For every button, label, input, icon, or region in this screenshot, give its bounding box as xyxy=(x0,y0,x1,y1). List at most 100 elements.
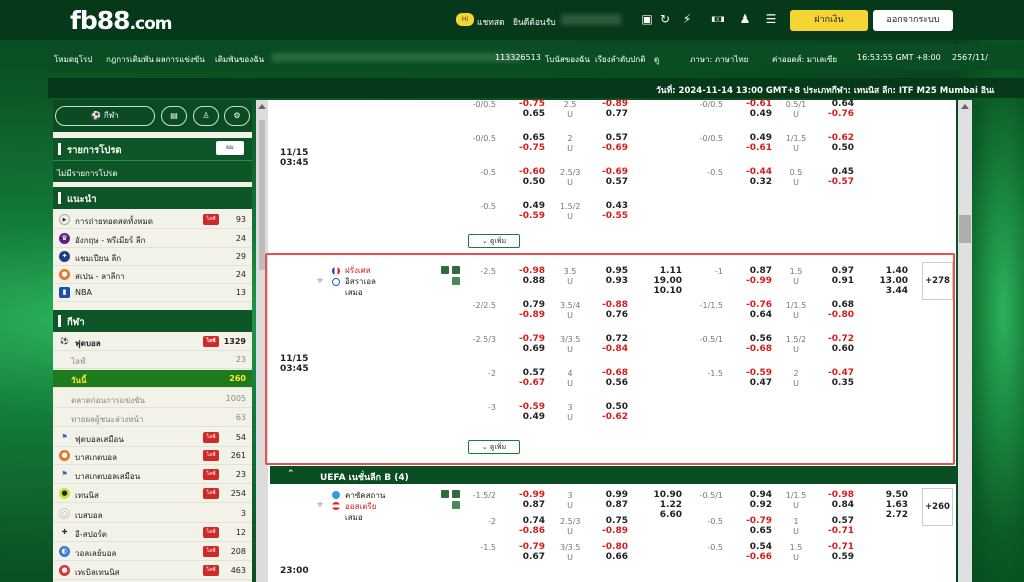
odds-cell-h[interactable]: 0.50 xyxy=(820,143,854,154)
scroll-left-up-arrow[interactable] xyxy=(258,104,266,109)
odds-cell-h[interactable]: -0.71 xyxy=(820,526,854,537)
odds-cell-h[interactable]: -0.76 xyxy=(820,109,854,120)
logout-button[interactable]: ออกจากระบบ xyxy=(873,10,953,31)
odds-cell-b[interactable]: 0.88 xyxy=(510,276,545,287)
odds-cell-d[interactable]: -0.69 xyxy=(593,143,628,154)
odds-cell-h[interactable]: -0.80 xyxy=(820,310,854,321)
more-button-match1[interactable]: ⌄ ดูเพิ่ม xyxy=(468,440,520,454)
odds-cell-d[interactable]: 0.57 xyxy=(593,177,628,188)
odds-cell-f[interactable]: 0.92 xyxy=(737,500,772,511)
odds-cell-f[interactable]: 0.49 xyxy=(737,109,772,120)
stats-icon[interactable] xyxy=(441,266,449,274)
odds-cell-d[interactable]: 0.56 xyxy=(593,378,628,389)
match2-home[interactable]: คาซัคสถาน xyxy=(345,490,385,501)
recommend-item-epl[interactable]: ♛ อังกฤษ - พรีเมียร์ ลีก 24 xyxy=(53,230,252,248)
user-icon[interactable]: ♟ xyxy=(738,12,752,26)
odds-cell-b[interactable]: -0.75 xyxy=(510,143,545,154)
live-stream-icon[interactable] xyxy=(452,277,460,285)
match1-away[interactable]: อิสราเอล xyxy=(345,276,376,287)
match1-hx12-draw[interactable]: 3.44 xyxy=(874,286,908,297)
collapse-icon[interactable]: ⌃ xyxy=(287,469,295,479)
logo[interactable]: fb88.com xyxy=(70,6,172,35)
chat-link[interactable]: แชทสด xyxy=(477,15,505,29)
odds-cell-b[interactable]: -0.89 xyxy=(510,310,545,321)
odds-cell-d[interactable]: 0.77 xyxy=(593,109,628,120)
recommend-item-laliga[interactable]: ● สเปน - ลาลีกา 24 xyxy=(53,266,252,284)
match1-x12-draw[interactable]: 10.10 xyxy=(648,286,682,297)
chat-icon[interactable]: Hi xyxy=(456,13,474,26)
wallet-icon[interactable]: ▣ xyxy=(640,12,654,26)
flash-icon[interactable]: ⚡ xyxy=(680,12,694,26)
sport-football[interactable]: ⚽ ฟุตบอล ไลฟ์ 1329 xyxy=(53,333,252,351)
deposit-button[interactable]: ฝากเงิน xyxy=(790,10,868,31)
odds-cell-f[interactable]: 0.32 xyxy=(737,177,772,188)
favorite-star-icon[interactable]: ★ xyxy=(316,276,324,286)
odds-cell-f[interactable]: 0.47 xyxy=(737,378,772,389)
match2-hx12-draw[interactable]: 2.72 xyxy=(874,510,908,521)
odds-cell-b[interactable]: -0.67 xyxy=(510,378,545,389)
odds-format-select[interactable]: ค่าออดส์: มาเลเซีย xyxy=(772,53,837,66)
odds-cell-b[interactable]: 0.49 xyxy=(510,412,545,423)
sort-select[interactable]: เรียงลำดับปกติ xyxy=(595,53,645,66)
odds-cell-d[interactable]: 0.93 xyxy=(593,276,628,287)
settings-icon[interactable]: ⚙ xyxy=(224,106,250,126)
nav-link-my-bets[interactable]: เดิมพันของฉัน xyxy=(215,53,264,66)
odds-cell-f[interactable]: 0.65 xyxy=(737,526,772,537)
live-stream-icon[interactable] xyxy=(452,501,460,509)
football-sub-live[interactable]: ไลฟ์ 23 xyxy=(53,351,252,369)
sport-virtual-basketball[interactable]: ⚑ บาสเกตบอลเสมือน ไลฟ์ 23 xyxy=(53,466,252,484)
match2-away[interactable]: ออสเตรีย xyxy=(345,501,376,512)
odds-cell-b[interactable]: 0.50 xyxy=(510,177,545,188)
odds-cell-b[interactable]: -0.86 xyxy=(510,526,545,537)
right-scrollbar[interactable] xyxy=(958,100,972,582)
sport-virtual-football[interactable]: ⚑ ฟุตบอลเสมือน ไลฟ์ 54 xyxy=(53,429,252,447)
odds-cell-b[interactable]: 0.67 xyxy=(510,552,545,563)
scroll-up-arrow[interactable] xyxy=(961,104,969,109)
odds-cell-d[interactable]: -0.55 xyxy=(593,211,628,222)
recommend-item-live-streams[interactable]: ▶ การถ่ายทอดสดทั้งหมด ไลฟ์ 93 xyxy=(53,211,252,229)
league-header[interactable]: ⌃ UEFA เนชั่นลีก B (4) xyxy=(270,466,956,484)
odds-cell-h[interactable]: 0.84 xyxy=(820,500,854,511)
nav-link-results[interactable]: ผลการแข่งขัน xyxy=(156,53,205,66)
football-sub-today[interactable]: วันนี้ 260 xyxy=(53,370,252,388)
sport-table-tennis[interactable]: ● เทเบิลเทนนิส ไลฟ์ 463 xyxy=(53,562,252,580)
match1-home[interactable]: ฝรั่งเศส xyxy=(345,265,371,276)
sports-pill-button[interactable]: ⚽ กีฬา xyxy=(55,106,155,126)
football-sub-outright[interactable]: ทายผลผู้ชนะล่วงหน้า 63 xyxy=(53,409,252,427)
match1-more-markets-button[interactable]: +278 xyxy=(922,262,953,300)
odds-cell-h[interactable]: -0.57 xyxy=(820,177,854,188)
sport-basketball[interactable]: ● บาสเกตบอล ไลฟ์ 261 xyxy=(53,447,252,465)
odds-cell-h[interactable]: 0.60 xyxy=(820,344,854,355)
odds-cell-d[interactable]: 0.76 xyxy=(593,310,628,321)
odds-cell-d[interactable]: -0.89 xyxy=(593,526,628,537)
nav-link-rules[interactable]: กฎการเดิมพัน xyxy=(106,53,154,66)
sport-tennis[interactable]: ● เทนนิส ไลฟ์ 254 xyxy=(53,485,252,503)
odds-cell-f[interactable]: -0.66 xyxy=(737,552,772,563)
stats-icon[interactable] xyxy=(441,490,449,498)
favorite-star-icon[interactable]: ★ xyxy=(316,500,324,510)
odds-cell-b[interactable]: 0.87 xyxy=(510,500,545,511)
odds-cell-h[interactable]: 0.91 xyxy=(820,276,854,287)
more-button[interactable]: ⌄ ดูเพิ่ม xyxy=(468,234,520,248)
sport-baseball[interactable]: ◌ เบสบอล 3 xyxy=(53,505,252,523)
odds-cell-h[interactable]: 0.35 xyxy=(820,378,854,389)
favorites-edit-button[interactable]: ผม xyxy=(216,141,244,155)
nav-link-euro[interactable]: โหมดยุโรป xyxy=(54,53,92,66)
sport-esports[interactable]: ✚ อี-สปอร์ต ไลฟ์ 12 xyxy=(53,524,252,542)
match2-more-markets-button[interactable]: +260 xyxy=(922,488,953,526)
sport-volleyball[interactable]: ◐ วอลเลย์บอล ไลฟ์ 208 xyxy=(53,543,252,561)
odds-cell-d[interactable]: 0.66 xyxy=(593,552,628,563)
odds-cell-f[interactable]: -0.68 xyxy=(737,344,772,355)
odds-cell-f[interactable]: 0.64 xyxy=(737,310,772,321)
view-select[interactable]: ดู xyxy=(654,53,659,66)
badge-icon[interactable]: ◧◨ xyxy=(707,12,729,26)
odds-cell-b[interactable]: 0.65 xyxy=(510,109,545,120)
football-sub-early[interactable]: ตลาดก่อนการแข่งขัน 1005 xyxy=(53,390,252,408)
language-select[interactable]: ภาษา: ภาษาไทย xyxy=(690,53,748,66)
odds-cell-b[interactable]: -0.59 xyxy=(510,211,545,222)
odds-cell-f[interactable]: -0.99 xyxy=(737,276,772,287)
recommend-item-nba[interactable]: ▮ NBA 13 xyxy=(53,284,252,302)
list-icon[interactable]: ☰ xyxy=(764,12,778,26)
refresh-icon[interactable]: ↻ xyxy=(658,12,672,26)
odds-cell-d[interactable]: -0.84 xyxy=(593,344,628,355)
